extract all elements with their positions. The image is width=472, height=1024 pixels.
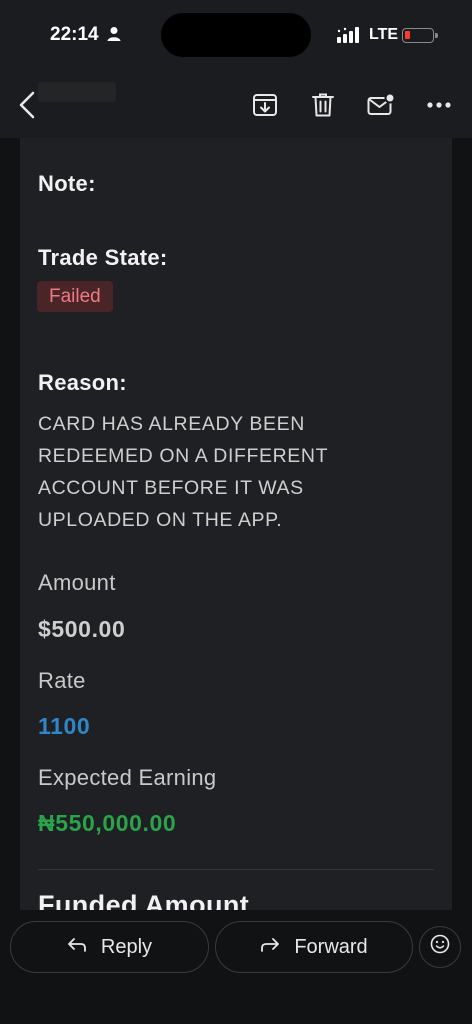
trade-state-label: Trade State:	[38, 245, 168, 270]
amount-value: $500.00	[38, 616, 126, 642]
note-label: Note:	[38, 171, 96, 196]
battery-icon	[402, 28, 438, 43]
amount-label: Amount	[38, 570, 116, 595]
person-icon	[107, 26, 121, 47]
smiley-icon	[430, 934, 450, 960]
mail-unread-icon[interactable]	[366, 90, 396, 120]
reason-line: UPLOADED ON THE APP.	[38, 509, 283, 531]
forward-label: Forward	[294, 935, 368, 958]
reply-label: Reply	[100, 935, 153, 958]
reason-line: CARD HAS ALREADY BEEN	[38, 413, 305, 435]
bottom-action-bar: Reply Forward	[0, 910, 472, 1024]
archive-icon[interactable]	[250, 90, 280, 120]
dynamic-island	[161, 13, 311, 57]
expected-earning-label: Expected Earning	[38, 765, 217, 790]
expected-earning-value: ₦550,000.00	[38, 810, 177, 836]
email-screen: Note: Trade State: Failed Reason: CARD H…	[0, 0, 472, 1024]
top-toolbar: 22:14 LTE	[0, 0, 472, 138]
signal-icon	[337, 27, 363, 48]
status-time: 22:14	[50, 24, 99, 45]
funded-amount-heading: Funded Amount	[38, 890, 250, 910]
forward-button[interactable]: Forward	[215, 921, 413, 973]
status-badge: Failed	[37, 281, 113, 312]
email-body: Note: Trade State: Failed Reason: CARD H…	[20, 138, 452, 910]
divider	[38, 869, 434, 870]
forward-icon	[260, 936, 280, 959]
scrolled-subject-placeholder	[38, 82, 116, 102]
reply-icon	[67, 936, 87, 959]
reply-button[interactable]: Reply	[10, 921, 209, 973]
trash-icon[interactable]	[308, 90, 338, 120]
back-chevron-icon[interactable]	[12, 90, 42, 120]
emoji-reaction-button[interactable]	[419, 926, 461, 968]
rate-label: Rate	[38, 668, 86, 693]
reason-label: Reason:	[38, 370, 127, 395]
network-label: LTE	[369, 26, 399, 43]
reason-text: CARD HAS ALREADY BEEN REDEEMED ON A DIFF…	[38, 408, 418, 536]
rate-value: 1100	[38, 713, 91, 739]
more-icon[interactable]	[424, 90, 454, 120]
reason-line: ACCOUNT BEFORE IT WAS	[38, 477, 304, 499]
reason-line: REDEEMED ON A DIFFERENT	[38, 445, 329, 467]
